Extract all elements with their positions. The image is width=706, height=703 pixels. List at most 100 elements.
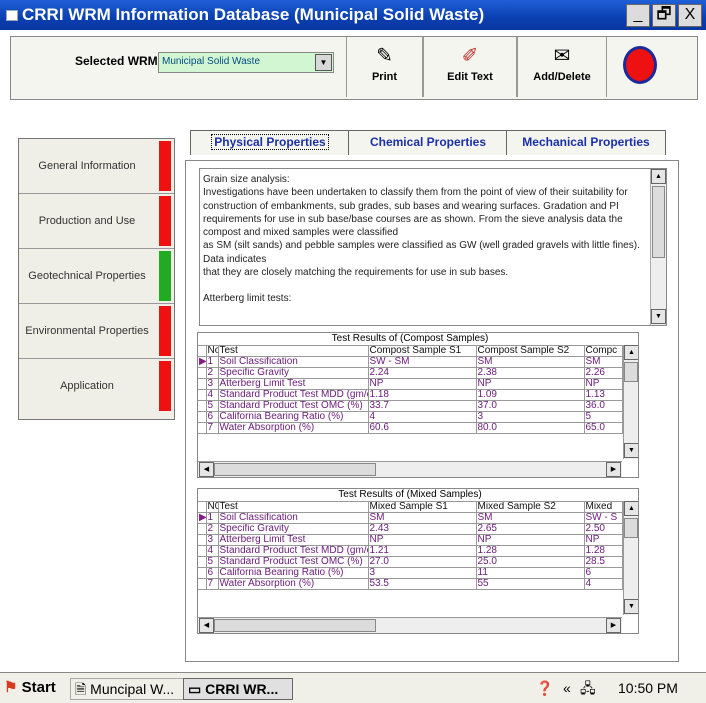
table-row[interactable]: 2 Specific Gravity 2.24 2.38 2.26 — [198, 367, 623, 379]
tab-chemical-properties[interactable]: Chemical Properties — [348, 130, 508, 155]
cell[interactable]: 27.0 — [367, 556, 477, 568]
close-button[interactable]: X — [678, 4, 702, 27]
cell[interactable]: 2.38 — [475, 367, 585, 379]
cell[interactable]: Specific Gravity — [217, 367, 369, 379]
cell[interactable]: 3 — [205, 378, 219, 390]
cell[interactable]: 2 — [205, 523, 219, 535]
add-delete-button[interactable]: ✉ Add/Delete — [517, 37, 607, 97]
scroll-up-icon[interactable]: ▲ — [624, 501, 638, 516]
table-row[interactable]: 6 California Bearing Ratio (%) 3 11 6 — [198, 567, 623, 579]
scroll-thumb[interactable] — [624, 518, 638, 538]
maximize-button[interactable]: 🗗 — [652, 4, 676, 27]
scroll-down-icon[interactable]: ▼ — [624, 443, 638, 458]
cell[interactable]: SM — [367, 512, 477, 524]
scroll-left-icon[interactable]: ◀ — [199, 618, 214, 633]
scroll-right-icon[interactable]: ▶ — [606, 462, 621, 477]
table-row[interactable]: 7 Water Absorption (%) 53.5 55 4 — [198, 578, 623, 590]
cell[interactable]: NP — [475, 378, 585, 390]
chevron-down-icon[interactable]: ▼ — [315, 54, 332, 71]
cell[interactable]: SM — [583, 356, 623, 368]
taskbar-item-crri[interactable]: ▭ CRRI WR... — [183, 678, 293, 700]
cell[interactable]: 5 — [205, 556, 219, 568]
cell[interactable]: 25.0 — [475, 556, 585, 568]
grid-horizontal-scrollbar[interactable]: ◀ ▶ — [198, 617, 622, 633]
edit-text-button[interactable]: ✐ Edit Text — [423, 37, 517, 97]
print-button[interactable]: ✎ Print — [346, 37, 423, 97]
cell[interactable]: 1.18 — [367, 389, 477, 401]
taskbar-item-muncipal[interactable]: 🗎 Muncipal W... — [70, 678, 184, 700]
help-icon[interactable]: ❓ — [536, 678, 553, 698]
cell[interactable]: Atterberg Limit Test — [217, 534, 369, 546]
cell[interactable]: 2.50 — [583, 523, 623, 535]
cell[interactable]: 2.24 — [367, 367, 477, 379]
sidebar-item-geotechnical-properties[interactable]: Geotechnical Properties — [19, 249, 174, 304]
cell[interactable]: Soil Classification — [217, 512, 369, 524]
vertical-scrollbar[interactable]: ▲ ▼ — [650, 169, 666, 325]
sidebar-item-general-information[interactable]: General Information — [19, 139, 174, 194]
tray-arrows-icon[interactable]: « — [563, 678, 571, 698]
table-row[interactable]: ▶ 1 Soil Classification SW - SM SM SM — [198, 356, 623, 368]
cell[interactable]: 6 — [205, 567, 219, 579]
wrm-select[interactable]: Municipal Solid Waste ▼ — [158, 52, 334, 73]
cell[interactable]: NP — [367, 378, 477, 390]
scroll-thumb[interactable] — [214, 619, 376, 632]
cell[interactable]: 3 — [367, 567, 477, 579]
cell[interactable]: California Bearing Ratio (%) — [217, 411, 369, 423]
cell[interactable]: 2.65 — [475, 523, 585, 535]
cell[interactable]: 1.28 — [475, 545, 585, 557]
cell[interactable]: SM — [475, 356, 585, 368]
cell[interactable]: 33.7 — [367, 400, 477, 412]
cell[interactable]: 4 — [583, 578, 623, 590]
table-row[interactable]: 6 California Bearing Ratio (%) 4 3 5 — [198, 411, 623, 423]
cell[interactable]: 1.28 — [583, 545, 623, 557]
cell[interactable]: 65.0 — [583, 422, 623, 434]
scroll-down-icon[interactable]: ▼ — [624, 599, 638, 614]
cell[interactable]: 3 — [205, 534, 219, 546]
cell[interactable]: 11 — [475, 567, 585, 579]
tab-physical-properties[interactable]: Physical Properties — [190, 130, 350, 155]
sidebar-item-production-and-use[interactable]: Production and Use — [19, 194, 174, 249]
table-row[interactable]: 5 Standard Product Test OMC (%) 33.7 37.… — [198, 400, 623, 412]
scroll-thumb[interactable] — [214, 463, 376, 476]
table-row[interactable]: 4 Standard Product Test MDD (gm/cc) 1.18… — [198, 389, 623, 401]
cell[interactable]: 28.5 — [583, 556, 623, 568]
cell[interactable]: 3 — [475, 411, 585, 423]
scroll-down-icon[interactable]: ▼ — [651, 309, 666, 324]
cell[interactable]: Standard Product Test OMC (%) — [217, 556, 369, 568]
cell[interactable]: Standard Product Test MDD (gm/cc) — [217, 389, 369, 401]
cell[interactable]: Standard Product Test MDD (gm/cc) — [217, 545, 369, 557]
cell[interactable]: 2 — [205, 367, 219, 379]
scroll-up-icon[interactable]: ▲ — [651, 169, 666, 184]
cell[interactable]: 60.6 — [367, 422, 477, 434]
record-indicator-icon[interactable] — [623, 46, 657, 84]
table-row[interactable]: 3 Atterberg Limit Test NP NP NP — [198, 534, 623, 546]
scroll-right-icon[interactable]: ▶ — [606, 618, 621, 633]
cell[interactable]: Water Absorption (%) — [217, 578, 369, 590]
cell[interactable]: 4 — [367, 411, 477, 423]
cell[interactable]: 5 — [205, 400, 219, 412]
scroll-left-icon[interactable]: ◀ — [199, 462, 214, 477]
cell[interactable]: 53.5 — [367, 578, 477, 590]
table-row[interactable]: 3 Atterberg Limit Test NP NP NP — [198, 378, 623, 390]
cell[interactable]: 55 — [475, 578, 585, 590]
table-row[interactable]: 4 Standard Product Test MDD (gm/cc) 1.21… — [198, 545, 623, 557]
sidebar-item-application[interactable]: Application — [19, 359, 174, 413]
cell[interactable]: NP — [367, 534, 477, 546]
cell[interactable]: 7 — [205, 422, 219, 434]
cell[interactable]: Standard Product Test OMC (%) — [217, 400, 369, 412]
cell[interactable]: California Bearing Ratio (%) — [217, 567, 369, 579]
cell[interactable]: 7 — [205, 578, 219, 590]
cell[interactable]: 80.0 — [475, 422, 585, 434]
table-row[interactable]: ▶ 1 Soil Classification SM SM SW - S — [198, 512, 623, 524]
cell[interactable]: SW - S — [583, 512, 623, 524]
cell[interactable]: Specific Gravity — [217, 523, 369, 535]
cell[interactable]: 1 — [205, 356, 219, 368]
table-row[interactable]: 5 Standard Product Test OMC (%) 27.0 25.… — [198, 556, 623, 568]
cell[interactable]: 1.13 — [583, 389, 623, 401]
cell[interactable]: NP — [475, 534, 585, 546]
cell[interactable]: 4 — [205, 389, 219, 401]
start-button[interactable]: ⚑ Start — [4, 678, 56, 698]
cell[interactable]: 6 — [583, 567, 623, 579]
scroll-thumb[interactable] — [652, 186, 665, 258]
minimize-button[interactable]: _ — [626, 4, 650, 27]
